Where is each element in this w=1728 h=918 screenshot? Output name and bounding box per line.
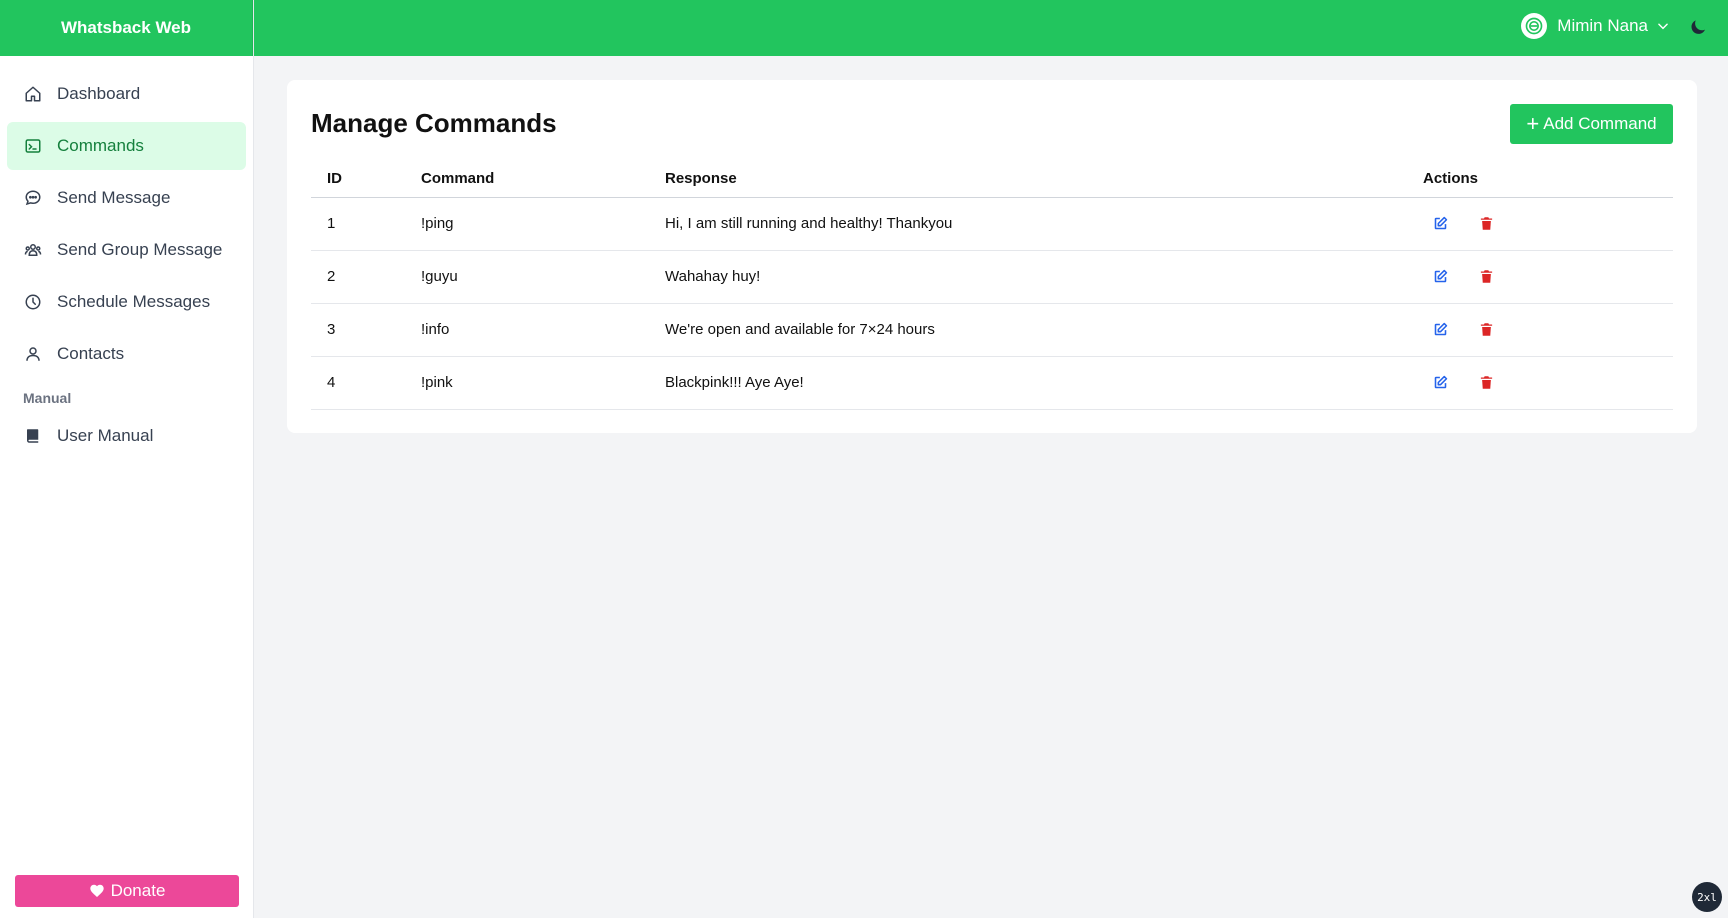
heart-icon [89, 884, 104, 897]
sidebar-item-label: Contacts [57, 344, 125, 363]
cell-response: Blackpink!!! Aye Aye! [665, 356, 1423, 410]
sidebar-nav: Dashboard Commands Send Message Send Gro… [0, 56, 253, 460]
trash-icon[interactable] [1477, 215, 1495, 233]
table-row: 2 !guyu Wahahay huy! [311, 250, 1673, 304]
edit-icon[interactable] [1431, 268, 1449, 286]
sidebar-item-send-group-message[interactable]: Send Group Message [7, 226, 246, 274]
edit-icon[interactable] [1431, 321, 1449, 339]
edit-icon[interactable] [1431, 215, 1449, 233]
table-header-row: ID Command Response Actions [311, 160, 1673, 198]
sidebar: Whatsback Web Dashboard Commands Send Me… [0, 0, 254, 918]
sidebar-item-label: Send Group Message [57, 240, 223, 259]
sidebar-item-contacts[interactable]: Contacts [7, 330, 246, 378]
top-bar: Mimin Nana [254, 0, 1728, 56]
cell-actions [1423, 250, 1673, 304]
chevron-down-icon [1658, 23, 1668, 30]
moon-icon[interactable] [1690, 18, 1708, 36]
user-menu[interactable]: Mimin Nana [1521, 13, 1670, 39]
sidebar-item-label: Send Message [57, 188, 171, 207]
user-name: Mimin Nana [1557, 16, 1648, 35]
cell-id: 2 [311, 250, 421, 304]
table-row: 4 !pink Blackpink!!! Aye Aye! [311, 356, 1673, 410]
sidebar-item-label: Commands [57, 136, 144, 155]
home-icon [23, 84, 43, 104]
avatar [1521, 13, 1548, 39]
cell-id: 4 [311, 356, 421, 410]
book-icon [23, 426, 43, 446]
column-header-id: ID [311, 160, 421, 198]
column-header-response: Response [665, 160, 1423, 198]
cell-response: We're open and available for 7×24 hours [665, 303, 1423, 357]
plus-icon: + [1526, 111, 1540, 136]
cell-command: !guyu [421, 250, 665, 304]
column-header-actions: Actions [1423, 160, 1673, 198]
sidebar-item-schedule-messages[interactable]: Schedule Messages [7, 278, 246, 326]
chat-icon [23, 188, 43, 208]
cell-id: 3 [311, 303, 421, 357]
cell-command: !pink [421, 356, 665, 410]
cell-id: 1 [311, 197, 421, 251]
terminal-icon [23, 136, 43, 156]
cell-response: Hi, I am still running and healthy! Than… [665, 197, 1423, 251]
cell-actions [1423, 303, 1673, 357]
clock-icon [23, 292, 43, 312]
table-row: 3 !info We're open and available for 7×2… [311, 303, 1673, 357]
page-title: Manage Commands [311, 108, 557, 138]
table-row: 1 !ping Hi, I am still running and healt… [311, 197, 1673, 251]
breakpoint-badge: 2xl [1692, 882, 1722, 912]
trash-icon[interactable] [1477, 268, 1495, 286]
cell-actions [1423, 356, 1673, 410]
cell-response: Wahahay huy! [665, 250, 1423, 304]
sidebar-item-label: Schedule Messages [57, 292, 211, 311]
add-command-label: Add Command [1543, 114, 1657, 133]
sidebar-item-user-manual[interactable]: User Manual [7, 412, 246, 460]
commands-table: ID Command Response Actions 1 !ping Hi, … [311, 160, 1673, 410]
group-icon [23, 240, 43, 260]
sidebar-item-send-message[interactable]: Send Message [7, 174, 246, 222]
trash-icon[interactable] [1477, 374, 1495, 392]
sidebar-item-dashboard[interactable]: Dashboard [7, 70, 246, 118]
donate-button[interactable]: Donate [15, 875, 239, 907]
trash-icon[interactable] [1477, 321, 1495, 339]
sidebar-item-label: User Manual [57, 426, 154, 445]
donate-label: Donate [110, 881, 166, 900]
brand-title: Whatsback Web [0, 0, 253, 56]
user-icon [23, 344, 43, 364]
commands-card: Manage Commands + Add Command ID Command… [287, 80, 1697, 433]
cell-command: !info [421, 303, 665, 357]
edit-icon[interactable] [1431, 374, 1449, 392]
add-command-button[interactable]: + Add Command [1510, 104, 1673, 144]
column-header-command: Command [421, 160, 665, 198]
cell-command: !ping [421, 197, 665, 251]
sidebar-section-manual: Manual [23, 390, 72, 406]
sidebar-item-label: Dashboard [57, 84, 141, 103]
sidebar-item-commands[interactable]: Commands [7, 122, 246, 170]
cell-actions [1423, 197, 1673, 251]
